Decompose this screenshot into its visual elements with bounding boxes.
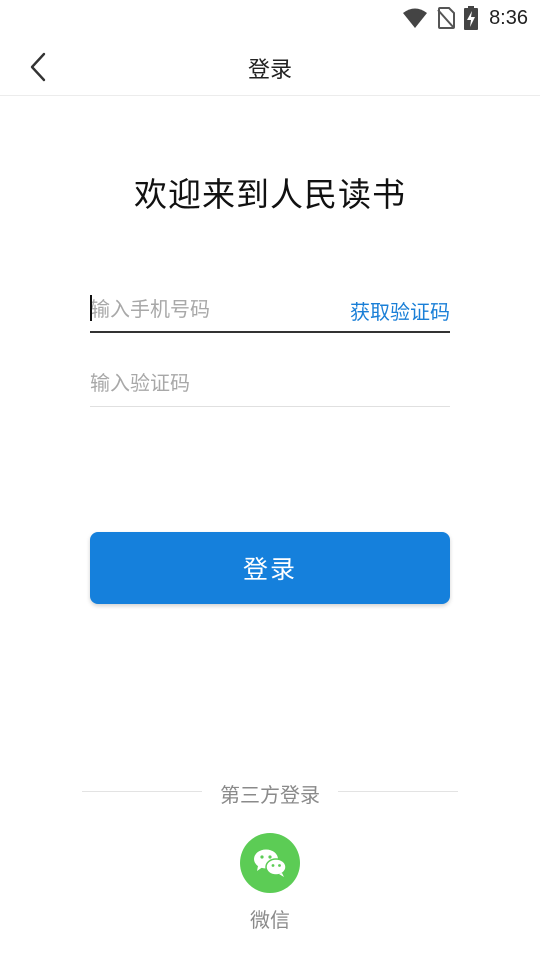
wechat-login-button[interactable] bbox=[240, 833, 300, 893]
header: 登录 bbox=[0, 36, 540, 96]
third-party-login-label: 第三方登录 bbox=[220, 783, 320, 807]
wechat-icon bbox=[254, 849, 287, 877]
status-icons: 8:36 bbox=[402, 5, 528, 31]
page-title: 登录 bbox=[247, 58, 292, 83]
third-party-login-section: 第三方登录 bbox=[82, 779, 458, 807]
battery-charging-icon bbox=[464, 6, 479, 30]
code-field-container bbox=[90, 361, 450, 407]
phone-field-container: 获取验证码 bbox=[90, 287, 450, 333]
get-code-button[interactable]: 获取验证码 bbox=[350, 296, 450, 325]
divider-right bbox=[338, 791, 458, 792]
welcome-text: 欢迎来到人民读书 bbox=[134, 175, 406, 214]
status-bar: 8:36 bbox=[0, 0, 540, 36]
wifi-icon bbox=[403, 8, 428, 28]
phone-input[interactable] bbox=[90, 287, 330, 331]
verification-code-input[interactable] bbox=[90, 361, 330, 405]
login-button[interactable]: 登录 bbox=[90, 532, 450, 604]
login-screen: 8:36 登录 欢迎来到人民读书 获取验证码 登录 第三方登录 bbox=[0, 0, 540, 960]
text-cursor bbox=[90, 295, 92, 321]
wechat-label: 微信 bbox=[250, 908, 290, 932]
status-time: 8:36 bbox=[489, 6, 528, 29]
no-sim-icon bbox=[437, 7, 456, 29]
